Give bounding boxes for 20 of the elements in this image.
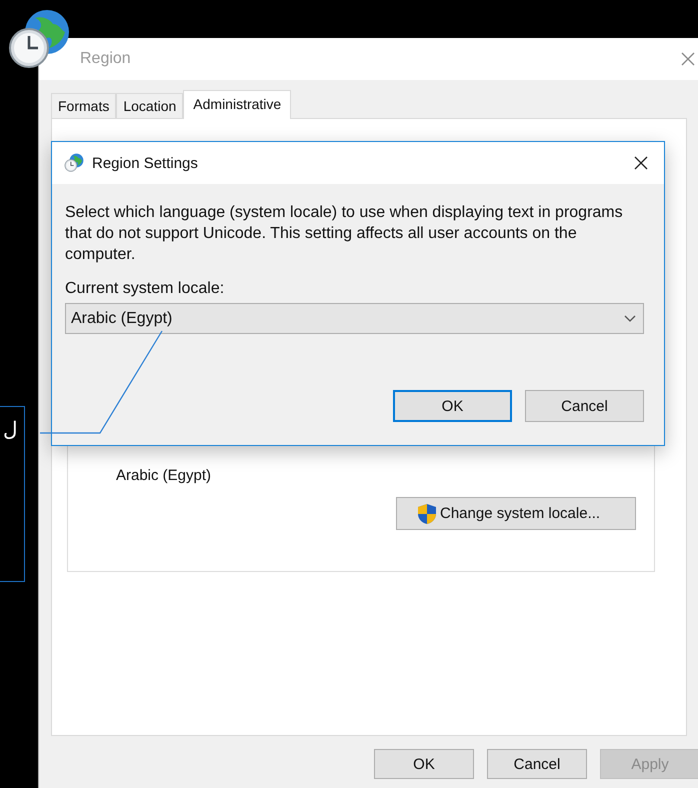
window-title: Region xyxy=(80,50,131,68)
locale-value: Arabic (Egypt) xyxy=(115,466,212,486)
description-text: Select which language (system locale) to use when displaying text in programs that do not support Unicode. This setting affects all user accounts on the computer. xyxy=(65,203,624,265)
dialog-button[interactable]: OK xyxy=(374,749,474,779)
globe-clock-icon xyxy=(64,153,84,173)
tab[interactable]: Formats xyxy=(51,93,116,118)
dialog-button[interactable]: Cancel xyxy=(525,390,644,422)
shield-icon xyxy=(417,502,437,524)
close-icon xyxy=(681,52,695,66)
callout-text: ل xyxy=(3,417,18,441)
locale-dropdown[interactable]: Arabic (Egypt) xyxy=(65,303,644,334)
dialog-button[interactable]: Cancel xyxy=(487,749,587,779)
change-locale-button[interactable]: Change system locale... xyxy=(396,497,636,530)
dialog-button[interactable]: OK xyxy=(393,390,512,422)
close-icon xyxy=(634,156,648,170)
chevron-down-icon xyxy=(624,314,636,322)
window-title: Region Settings xyxy=(92,154,198,172)
tab[interactable]: Location xyxy=(116,93,184,118)
tab[interactable]: Administrative xyxy=(183,90,292,119)
field-label: Current system locale: xyxy=(65,279,226,299)
